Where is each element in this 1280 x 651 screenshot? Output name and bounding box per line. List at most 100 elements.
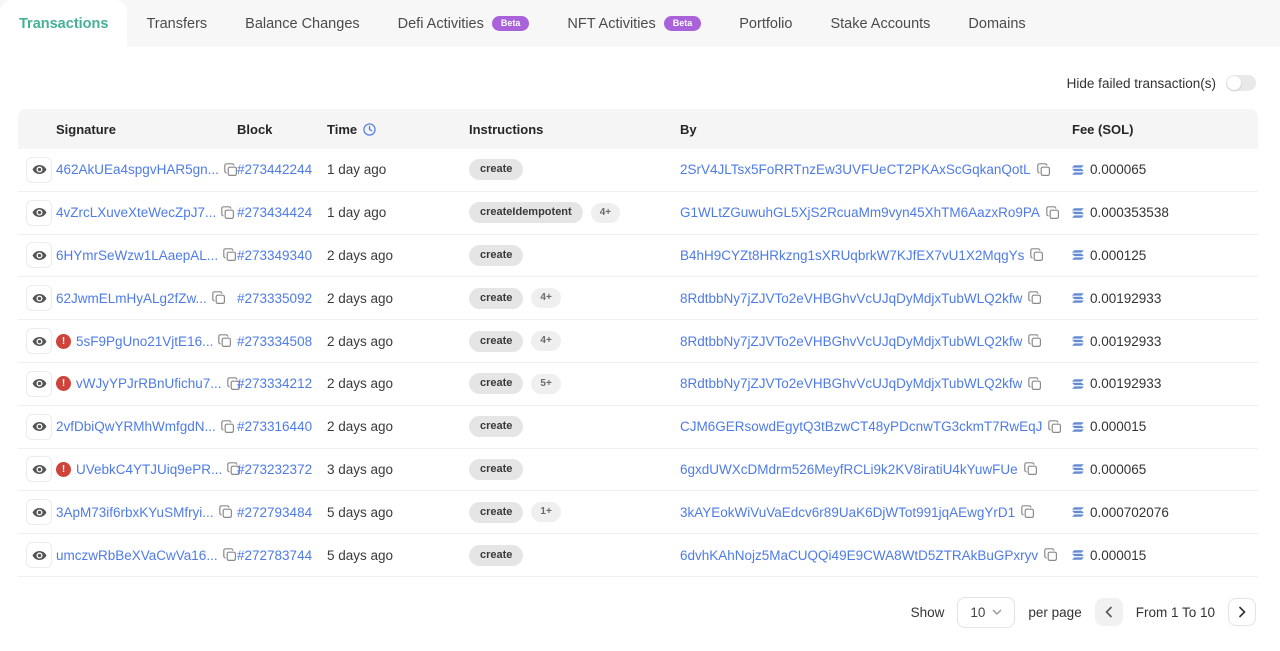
signature-link[interactable]: 462AkUEa4spgvHAR5gn... — [56, 162, 219, 177]
block-link[interactable]: #272783744 — [237, 548, 312, 563]
by-address-link[interactable]: 8RdtbbNy7jZJVTo2eVHBGhvVcUJqDyMdjxTubWLQ… — [680, 291, 1022, 306]
copy-address-button[interactable] — [1028, 377, 1042, 391]
view-transaction-button[interactable] — [26, 285, 52, 311]
column-header-by: By — [680, 122, 1072, 137]
tab-transactions[interactable]: Transactions — [0, 0, 127, 47]
tab-portfolio[interactable]: Portfolio — [720, 0, 811, 47]
tab-stake-accounts[interactable]: Stake Accounts — [811, 0, 949, 47]
toggle-knob — [1227, 76, 1241, 90]
hide-failed-toggle[interactable] — [1226, 75, 1256, 91]
copy-signature-button[interactable] — [223, 548, 237, 562]
block-link[interactable]: #272793484 — [237, 505, 312, 520]
prev-page-button[interactable] — [1095, 598, 1123, 626]
copy-address-button[interactable] — [1028, 334, 1042, 348]
block-link[interactable]: #273349340 — [237, 248, 312, 263]
more-instructions-badge[interactable]: 4+ — [591, 203, 620, 223]
signature-link[interactable]: umczwRbBeXVaCwVa16... — [56, 548, 218, 563]
table-header-row: SignatureBlockTimeInstructionsByFee (SOL… — [18, 109, 1258, 149]
signature-link[interactable]: 62JwmELmHyALg2fZw... — [56, 291, 207, 306]
tab-domains[interactable]: Domains — [949, 0, 1044, 47]
failed-transaction-icon: ! — [56, 462, 71, 477]
block-link[interactable]: #273442244 — [237, 162, 312, 177]
more-instructions-badge[interactable]: 5+ — [531, 374, 560, 394]
solana-icon — [1072, 250, 1084, 260]
view-transaction-button[interactable] — [26, 242, 52, 268]
by-address-link[interactable]: 8RdtbbNy7jZJVTo2eVHBGhvVcUJqDyMdjxTubWLQ… — [680, 376, 1022, 391]
more-instructions-badge[interactable]: 1+ — [531, 502, 560, 522]
copy-address-button[interactable] — [1024, 462, 1038, 476]
by-address-link[interactable]: 2SrV4JLTsx5FoRRTnzEw3UVFUeCT2PKAxScGqkan… — [680, 162, 1031, 177]
signature-link[interactable]: 2vfDbiQwYRMhWmfgdN... — [56, 419, 216, 434]
view-transaction-button[interactable] — [26, 371, 52, 397]
time-ago-text: 5 days ago — [327, 505, 393, 520]
page-size-select[interactable]: 10 — [957, 597, 1015, 628]
view-transaction-button[interactable] — [26, 328, 52, 354]
block-link[interactable]: #273434424 — [237, 205, 312, 220]
signature-link[interactable]: 4vZrcLXuveXteWecZpJ7... — [56, 205, 216, 220]
more-instructions-badge[interactable]: 4+ — [531, 288, 560, 308]
signature-link[interactable]: 3ApM73if6rbxKYuSMfryi... — [56, 505, 214, 520]
signature-link[interactable]: vWJyYPJrRBnUfichu7... — [76, 376, 222, 391]
preview-cell — [26, 242, 56, 268]
copy-address-button[interactable] — [1037, 163, 1051, 177]
preview-cell — [26, 371, 56, 397]
copy-icon — [1028, 291, 1042, 305]
copy-address-button[interactable] — [1028, 291, 1042, 305]
instructions-cell: createIdempotent4+ — [469, 202, 680, 223]
copy-signature-button[interactable] — [224, 163, 238, 177]
block-link[interactable]: #273334212 — [237, 376, 312, 391]
by-address-link[interactable]: 6gxdUWXcDMdrm526MeyfRCLi9k2KV8iratiU4kYu… — [680, 462, 1018, 477]
copy-address-button[interactable] — [1048, 420, 1062, 434]
tab-transfers[interactable]: Transfers — [127, 0, 226, 47]
fee-value: 0.00192933 — [1090, 376, 1161, 391]
copy-address-button[interactable] — [1046, 206, 1060, 220]
copy-signature-button[interactable] — [219, 505, 233, 519]
eye-icon — [32, 550, 47, 561]
eye-icon — [32, 293, 47, 304]
copy-address-button[interactable] — [1021, 505, 1035, 519]
copy-signature-button[interactable] — [212, 291, 226, 305]
solana-icon — [1072, 550, 1084, 560]
signature-link[interactable]: UVebkC4YTJUiq9ePR... — [76, 462, 222, 477]
view-transaction-button[interactable] — [26, 456, 52, 482]
block-link[interactable]: #273334508 — [237, 334, 312, 349]
chevron-left-icon — [1105, 606, 1113, 618]
instructions-cell: create — [469, 545, 680, 566]
eye-icon — [32, 464, 47, 475]
copy-signature-button[interactable] — [223, 248, 237, 262]
block-link[interactable]: #273232372 — [237, 462, 312, 477]
by-address-link[interactable]: 3kAYEokWiVuVaEdcv6r89UaK6DjWTot991jqAEwg… — [680, 505, 1015, 520]
view-transaction-button[interactable] — [26, 542, 52, 568]
view-transaction-button[interactable] — [26, 157, 52, 183]
view-transaction-button[interactable] — [26, 200, 52, 226]
by-address-link[interactable]: B4hH9CYZt8HRkzng1sXRUqbrkW7KJfEX7vU1X2Mq… — [680, 248, 1024, 263]
view-transaction-button[interactable] — [26, 414, 52, 440]
instructions-cell: create5+ — [469, 373, 680, 394]
signature-cell: 62JwmELmHyALg2fZw... — [56, 291, 237, 306]
by-address-link[interactable]: 8RdtbbNy7jZJVTo2eVHBGhvVcUJqDyMdjxTubWLQ… — [680, 334, 1022, 349]
more-instructions-badge[interactable]: 4+ — [531, 331, 560, 351]
block-link[interactable]: #273316440 — [237, 419, 312, 434]
copy-icon — [1028, 334, 1042, 348]
tab-defi-activities[interactable]: Defi ActivitiesBeta — [379, 0, 549, 47]
signature-link[interactable]: 6HYmrSeWzw1LAaepAL... — [56, 248, 218, 263]
copy-address-button[interactable] — [1030, 248, 1044, 262]
tab-balance-changes[interactable]: Balance Changes — [226, 0, 378, 47]
block-link[interactable]: #273335092 — [237, 291, 312, 306]
copy-address-button[interactable] — [1044, 548, 1058, 562]
by-cell: CJM6GERsowdEgytQ3tBzwCT48yPDcnwTG3ckmT7R… — [680, 419, 1072, 434]
by-address-link[interactable]: CJM6GERsowdEgytQ3tBzwCT48yPDcnwTG3ckmT7R… — [680, 419, 1042, 434]
copy-signature-button[interactable] — [221, 206, 235, 220]
fee-value: 0.000353538 — [1090, 205, 1169, 220]
next-page-button[interactable] — [1228, 598, 1256, 626]
by-address-link[interactable]: G1WLtZGuwuhGL5XjS2RcuaMm9vyn45XhTM6AazxR… — [680, 205, 1040, 220]
by-address-link[interactable]: 6dvhKAhNojz5MaCUQQi49E9CWA8WtD5ZTRAkBuGP… — [680, 548, 1038, 563]
signature-link[interactable]: 5sF9PgUno21VjtE16... — [76, 334, 213, 349]
copy-signature-button[interactable] — [221, 420, 235, 434]
time-cell: 1 day ago — [327, 162, 469, 177]
tab-nft-activities[interactable]: NFT ActivitiesBeta — [548, 0, 720, 47]
view-transaction-button[interactable] — [26, 499, 52, 525]
block-cell: #273434424 — [237, 205, 327, 220]
copy-signature-button[interactable] — [218, 334, 232, 348]
clock-icon[interactable] — [363, 123, 376, 136]
